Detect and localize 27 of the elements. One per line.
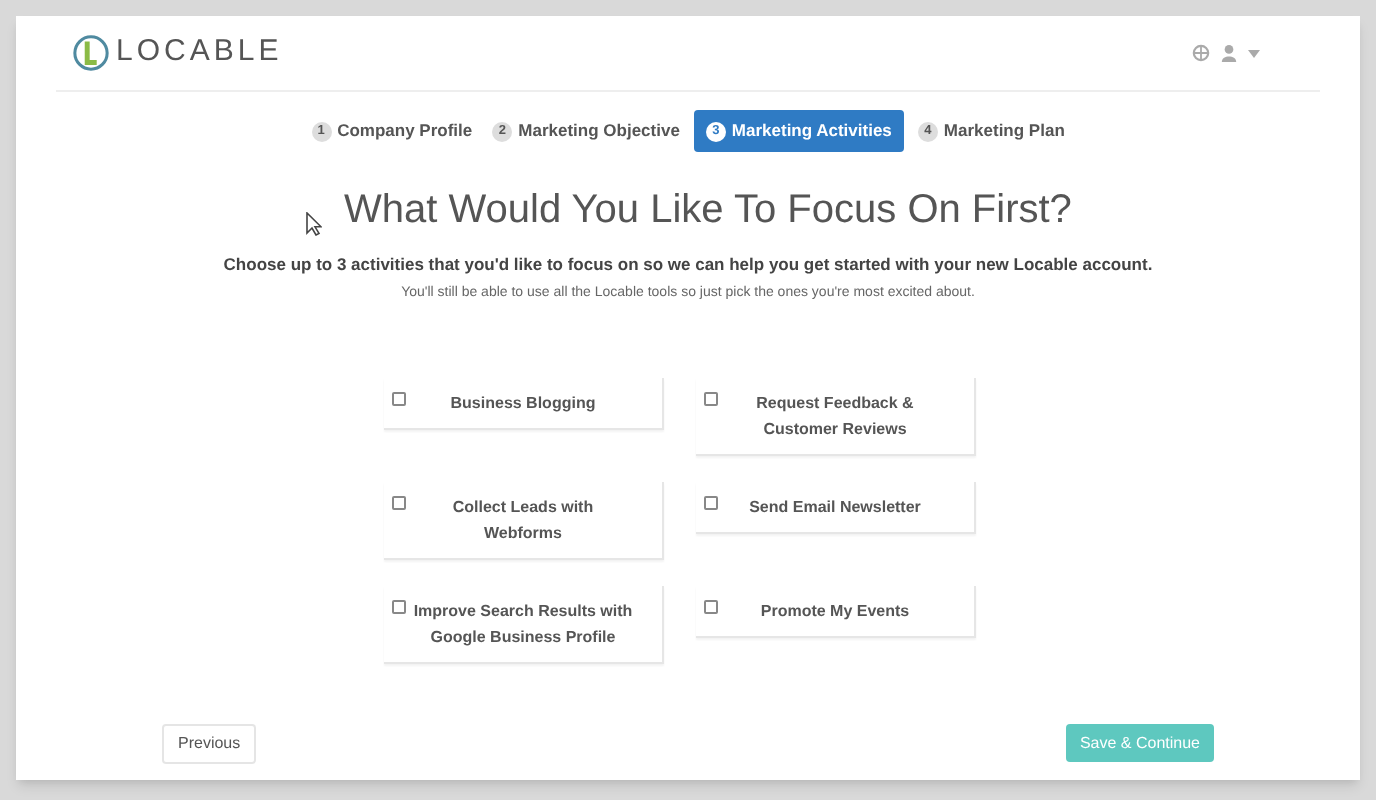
logo-icon [72, 34, 110, 72]
activity-option[interactable]: Business Blogging [384, 378, 664, 431]
option-label: Improve Search Results with Google Business Profile [412, 600, 634, 651]
activity-option[interactable]: Request Feedback & Customer Reviews [696, 378, 976, 457]
caret-icon[interactable] [1248, 49, 1260, 57]
option-label: Business Blogging [448, 392, 598, 417]
previous-button[interactable]: Previous [162, 724, 257, 765]
option-label: Promote My Events [758, 600, 912, 625]
option-label: Collect Leads with Webforms [450, 496, 596, 547]
activity-option[interactable]: Improve Search Results with Google Business Profile [384, 586, 664, 665]
activity-option[interactable]: Send Email Newsletter [696, 482, 976, 535]
checkbox[interactable] [704, 496, 718, 511]
option-label: Request Feedback & Customer Reviews [754, 392, 916, 443]
checkbox[interactable] [704, 392, 718, 407]
checkbox[interactable] [392, 496, 406, 511]
user-icon[interactable] [1220, 44, 1238, 62]
globe-icon[interactable] [1192, 44, 1210, 62]
cursor-icon [306, 212, 322, 236]
option-label: Send Email Newsletter [747, 496, 923, 521]
subheading: Choose up to 3 activities that you'd like to focus on so we can help you get started with your new Locable account. [223, 252, 1153, 278]
logo-text: LOCABLE [116, 32, 283, 73]
activity-option[interactable]: Collect Leads with Webforms [384, 482, 664, 561]
page-heading: What Would You Like To Focus On First? [344, 186, 1072, 236]
checkbox[interactable] [704, 600, 718, 615]
checkbox[interactable] [392, 392, 406, 407]
checkbox[interactable] [392, 600, 406, 615]
activity-option[interactable]: Promote My Events [696, 586, 976, 639]
